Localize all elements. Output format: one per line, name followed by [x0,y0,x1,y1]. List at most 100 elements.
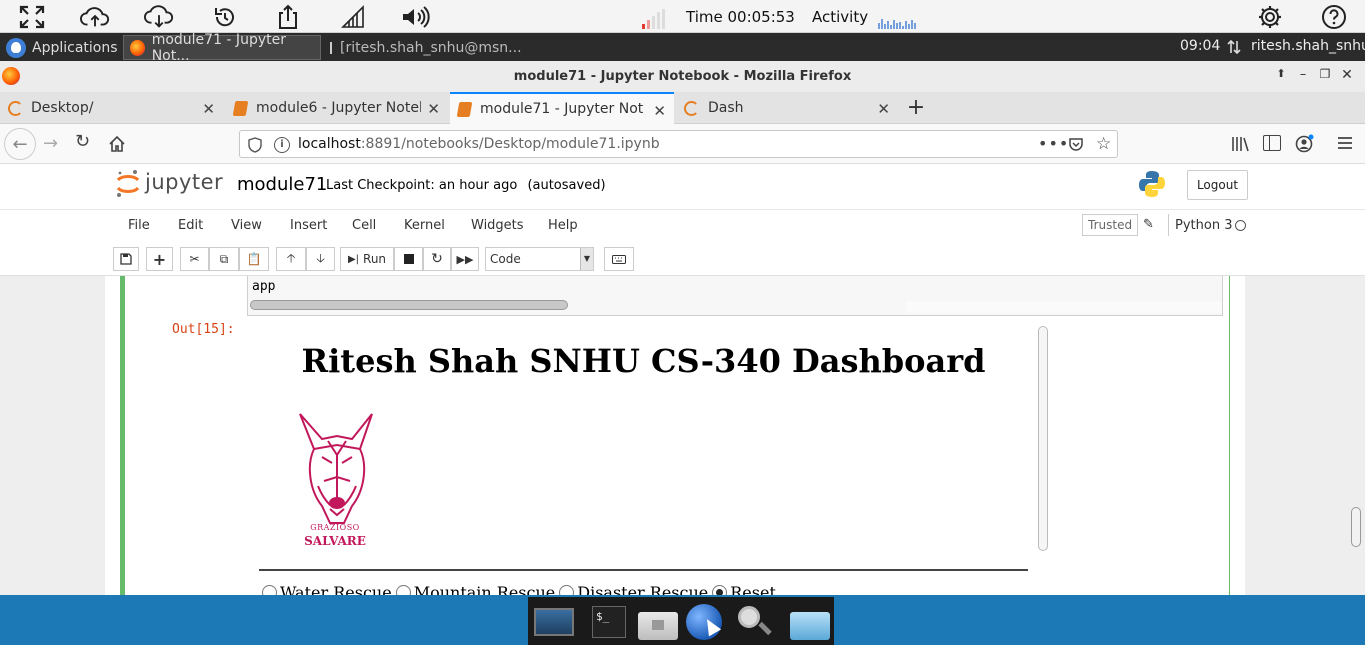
network-transfer-icon[interactable] [1226,39,1242,55]
tab-close-icon[interactable]: ✕ [202,100,215,118]
checkpoint-status: Last Checkpoint: an hour ago (autosaved) [326,178,606,193]
page-actions-icon[interactable]: ••• [1038,134,1069,153]
tab-module71[interactable]: module71 - Jupyter Note ✕ [450,92,674,124]
tab-close-icon[interactable]: ✕ [877,100,890,118]
info-icon[interactable]: i [274,137,290,153]
share-icon[interactable] [273,3,303,31]
window-maximize-icon[interactable]: ❐ [1316,67,1334,87]
logout-button[interactable]: Logout [1187,170,1248,200]
edit-pencil-icon[interactable]: ✎ [1143,217,1154,232]
paste-icon[interactable]: 📋 [239,247,269,271]
move-down-icon[interactable]: 🡣 [306,247,335,271]
jupyter-logo-icon[interactable] [115,169,141,199]
notebook-name[interactable]: module71 [237,174,327,195]
help-icon[interactable] [1319,3,1349,31]
autosave-text: (autosaved) [527,178,606,193]
menu-insert[interactable]: Insert [290,218,327,233]
python-logo-icon [1137,169,1167,199]
chevron-down-icon: ▼ [580,248,593,270]
taskbar-label: module71 - Jupyter Not... [151,31,286,64]
url-text[interactable]: localhost:8891/notebooks/Desktop/module7… [298,136,660,152]
terminal-icon[interactable]: $_ [588,602,632,640]
taskbar-item-terminal[interactable]: [ritesh.shah_snhu@msn... [324,35,524,60]
tab-close-icon[interactable]: ✕ [653,102,666,120]
trusted-indicator[interactable]: Trusted [1082,214,1139,236]
window-up-icon[interactable]: ⬆ [1272,67,1290,87]
copy-icon[interactable]: ⧉ [209,247,239,271]
restart-run-all-icon[interactable]: ▶▶ [451,247,479,271]
horizontal-scrollbar[interactable] [250,300,568,310]
page-scrollbar[interactable] [1351,507,1361,547]
notebook-toolbar: + ✂ ⧉ 📋 🡡 🡣 ▶| Run ↻ ▶▶ Code ▼ [0,242,1365,276]
tab-strip: Desktop/ ✕ module6 - Jupyter Noteb ✕ mod… [0,92,1365,124]
save-icon[interactable] [113,247,139,271]
signal-icon[interactable] [338,3,368,31]
notebook-icon [232,100,249,116]
window-titlebar: module71 - Jupyter Notebook - Mozilla Fi… [0,61,1365,92]
window-controls: ⬆ – ❐ ✕ [1272,67,1364,87]
menu-file[interactable]: File [128,218,150,233]
home-folder-icon[interactable] [636,602,680,640]
web-browser-icon[interactable] [684,602,728,640]
url-bar[interactable]: i localhost:8891/notebooks/Desktop/modul… [239,130,1118,158]
fullscreen-icon[interactable] [17,3,47,31]
applications-menu[interactable]: Applications [0,35,124,60]
move-up-icon[interactable]: 🡡 [276,247,306,271]
run-button[interactable]: ▶| Run [340,247,394,271]
frame-scrollbar[interactable] [1038,326,1048,551]
code-text[interactable]: app [252,279,275,294]
bookmark-star-icon[interactable]: ☆ [1096,134,1111,154]
insert-cell-icon[interactable]: + [146,247,173,271]
cloud-upload-icon[interactable] [80,3,110,31]
keyboard-icon[interactable] [604,247,634,271]
applications-label: Applications [32,39,118,56]
code-input-area[interactable] [247,276,1223,316]
window-close-icon[interactable]: ✕ [1338,67,1356,87]
menu-icon[interactable] [1336,135,1354,151]
session-timer: Time 00:05:53 [686,8,795,26]
menu-widgets[interactable]: Widgets [471,218,524,233]
menu-help[interactable]: Help [548,218,578,233]
taskbar-item-firefox[interactable]: module71 - Jupyter Not... [123,32,321,64]
search-icon[interactable] [734,602,778,640]
reload-icon[interactable]: ↻ [75,131,90,152]
sidebar-icon[interactable] [1263,135,1281,151]
restart-icon[interactable]: ↻ [423,247,451,271]
new-tab-icon[interactable]: + [904,95,928,120]
account-icon[interactable] [1295,134,1315,154]
output-prompt: Out[15]: [172,322,235,337]
tab-desktop[interactable]: Desktop/ ✕ [0,92,223,124]
terminal-small-icon [330,41,332,54]
tab-label: module6 - Jupyter Noteb [256,100,421,116]
menu-kernel[interactable]: Kernel [404,218,445,233]
jupyter-header: jupyter [0,164,1365,209]
settings-icon[interactable] [1255,3,1285,31]
panel-user[interactable]: ritesh.shah_snhu [1251,38,1365,54]
pocket-icon[interactable] [1068,137,1084,152]
forward-icon[interactable]: → [43,133,58,154]
home-icon[interactable] [108,135,126,153]
cut-icon[interactable]: ✂ [180,247,209,271]
interrupt-icon[interactable] [394,247,423,271]
panel-clock[interactable]: 09:04 [1180,38,1220,54]
menu-view[interactable]: View [231,218,262,233]
restore-icon[interactable] [210,3,240,31]
tab-close-icon[interactable]: ✕ [427,100,440,118]
kernel-divider [1168,214,1169,236]
tab-dash[interactable]: Dash ✕ [676,92,898,124]
folder-icon[interactable] [788,602,832,640]
cloud-download-icon[interactable] [144,3,174,31]
cell-type-select[interactable]: Code ▼ [485,247,594,271]
desktop-icon[interactable] [532,602,576,640]
loading-icon [684,100,699,116]
url-path: :8891/notebooks/Desktop/module71.ipynb [360,136,660,152]
shield-icon[interactable] [248,137,262,153]
window-minimize-icon[interactable]: – [1294,67,1312,87]
volume-icon[interactable] [400,3,430,31]
run-label: Run [363,252,387,266]
menu-edit[interactable]: Edit [178,218,203,233]
library-icon[interactable] [1230,134,1250,154]
menu-cell[interactable]: Cell [352,218,376,233]
tab-module6[interactable]: module6 - Jupyter Noteb ✕ [226,92,448,124]
back-icon[interactable]: ← [4,128,36,160]
